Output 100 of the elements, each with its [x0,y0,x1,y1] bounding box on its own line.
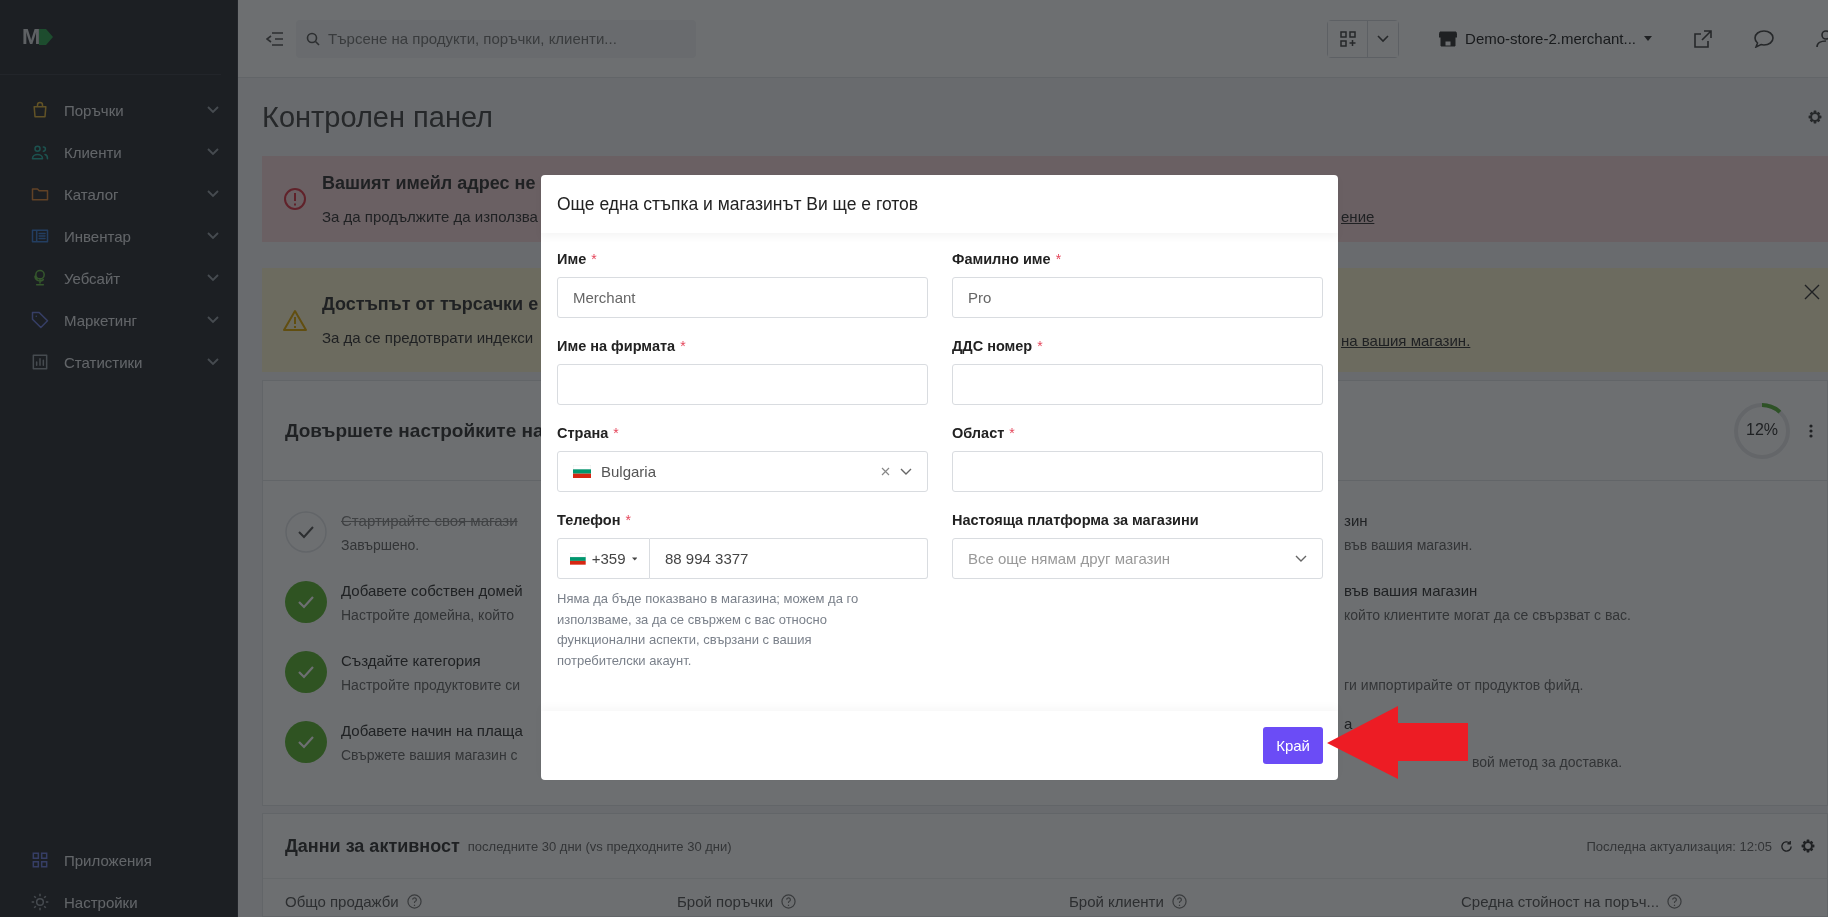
progress-value: 12% [1745,420,1779,439]
more-options-icon[interactable] [1809,423,1813,438]
tag-icon [30,310,50,330]
sidebar-item[interactable]: Уебсайт [0,257,237,299]
alert-text: За да продължите да използва [322,208,538,225]
refresh-icon[interactable] [1780,839,1793,853]
required-mark: * [1009,425,1015,441]
external-link-icon[interactable] [1694,29,1712,48]
step-title[interactable]: зин [1344,511,1473,529]
finish-button[interactable]: Край [1263,727,1323,764]
input-field[interactable]: Merchant [557,277,928,318]
step-description: вой метод за доставка. [1472,753,1623,770]
bag-icon [30,100,50,120]
input-field[interactable] [952,364,1323,405]
sidebar-item[interactable]: Каталог [0,173,237,215]
settings-icon [30,892,50,912]
sidebar-item[interactable]: Клиенти [0,131,237,173]
help-icon[interactable] [781,894,796,909]
chevron-down-icon [1377,34,1390,43]
user-icon[interactable] [1816,29,1828,48]
check-circle-icon [285,511,327,553]
card-icon [30,226,50,246]
step-description: Свържете вашия магазин с [341,746,519,763]
warning-icon [283,309,307,331]
settings-icon[interactable] [1801,839,1815,853]
clear-icon[interactable] [881,467,890,476]
chevron-down-icon [207,316,219,324]
step-title[interactable]: Добавете собствен домей [341,581,523,599]
country-select[interactable]: Bulgaria [557,451,928,492]
required-mark: * [1055,251,1062,267]
required-mark: * [680,338,686,354]
field-label: ДДС номер [952,338,1033,354]
required-mark: * [613,425,619,441]
settings-icon[interactable] [1808,110,1822,124]
alert-text: За да се предотврати индекси [322,329,534,346]
sidebar-item[interactable]: Маркетинг [0,299,237,341]
chevron-down-icon [207,232,219,240]
step-description: Настройте домейна, който [341,606,516,623]
step-description: Настройте продуктовите си [341,676,520,693]
step-title[interactable]: Създайте категория [341,651,520,669]
progress-ring [1733,401,1791,460]
step-title[interactable]: Добавете начин на плаща [341,721,523,739]
field-label: Фамилно име [952,251,1051,267]
required-mark: * [591,251,597,267]
alert-link[interactable]: ение [1341,208,1375,225]
sidebar-item[interactable]: Поръчки [0,89,237,131]
required-mark: * [1037,338,1043,354]
search-icon [306,31,320,46]
step-description: който клиентите могат да се свързват с вас. [1344,606,1631,623]
close-icon[interactable] [1804,284,1820,300]
add-widget-button[interactable] [1328,20,1369,57]
error-icon [283,187,307,211]
field-label: Област [952,425,1005,441]
collapse-menu-icon[interactable] [266,31,284,46]
caret-down-icon [1644,36,1652,41]
help-icon[interactable] [1171,894,1187,909]
chevron-down-icon [207,274,219,282]
sidebar-item[interactable]: Приложения [0,839,237,881]
chart-icon [30,352,50,372]
chevron-down-icon [207,358,219,366]
step-description: ги импортирайте от продуктов фийд. [1344,676,1584,693]
activity-period: последните 30 дни (vs предходните 30 дни) [467,838,732,854]
metric-label: Средна стойност на поръч... [1461,893,1660,910]
check-circle-icon [285,581,327,623]
required-mark: * [625,512,631,528]
check-circle-icon [285,721,327,763]
platform-select[interactable]: Все още нямам друг магазин [952,538,1323,579]
sidebar-item[interactable]: Настройки [0,881,237,917]
logo: M [22,24,54,50]
activity-title: Данни за активност [285,835,460,857]
step-description: във вашия магазин. [1344,536,1473,553]
chevron-down-icon [1295,554,1307,563]
country-code-select[interactable]: +359 [557,538,650,579]
phone-field[interactable]: 88 994 3377 [650,538,928,579]
store-selector[interactable]: Demo-store-2.merchant... [1433,29,1658,48]
chevron-down-icon [207,148,219,156]
metric-label: Брой клиенти [1069,893,1164,910]
field-label: Настояща платформа за магазини [952,512,1199,528]
help-icon[interactable] [406,894,422,909]
alert-link[interactable]: на вашия магазин. [1341,332,1471,349]
field-label: Телефон [557,512,621,528]
input-field[interactable]: Pro [952,277,1323,318]
field-label: Име на фирмата [557,338,676,354]
chevron-down-icon [900,467,912,476]
metric-label: Брой поръчки [677,893,773,910]
step-title[interactable]: а [1344,714,1623,732]
field-hint: Няма да бъде показвано в магазина; можем да го използваме, за да се свържем с вас относно функционални аспекти, свързани с вашия потребителски акаунт. [557,590,860,670]
input-field[interactable] [557,364,928,405]
sidebar-item[interactable]: Инвентар [0,215,237,257]
chevron-down-icon [207,106,219,114]
field-label: Име [557,251,587,267]
dialog-title: Още една стъпка и магазинът Ви ще е готов [557,193,919,215]
caret-down-icon [631,556,637,561]
field-label: Страна [557,425,609,441]
chat-icon[interactable] [1754,29,1774,48]
alert-title: Достъпът от търсачки е [322,294,539,315]
input-field[interactable] [952,451,1323,492]
help-icon[interactable] [1667,894,1683,909]
step-title[interactable]: във вашия магазин [1344,581,1631,599]
sidebar-item[interactable]: Статистики [0,341,237,383]
